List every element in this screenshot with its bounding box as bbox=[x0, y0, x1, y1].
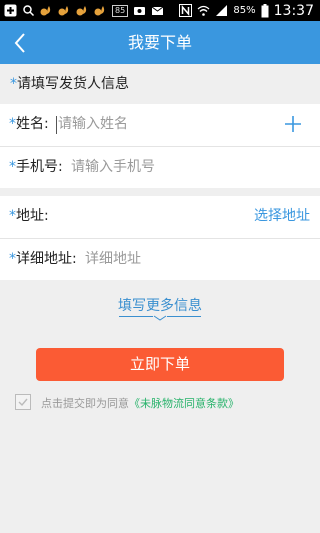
notification-icons: 85 bbox=[4, 3, 164, 18]
squirrel-icon bbox=[76, 6, 87, 16]
squirrel-icon bbox=[94, 6, 105, 16]
required-mark: * bbox=[10, 76, 17, 92]
name-input[interactable]: 请输入姓名 bbox=[58, 104, 128, 145]
more-info-link[interactable]: 填写更多信息 bbox=[0, 295, 320, 315]
clock: 13:37 bbox=[273, 2, 314, 19]
text-cursor bbox=[56, 116, 57, 134]
phone-label: *手机号: bbox=[9, 159, 63, 175]
status-bar: 85 85% 13:37 bbox=[0, 0, 320, 21]
system-icons: 85% 13:37 bbox=[179, 2, 314, 19]
camera-icon bbox=[134, 7, 146, 15]
mail-icon bbox=[151, 6, 164, 15]
detail-address-label: *详细地址: bbox=[9, 251, 77, 267]
search-icon bbox=[23, 5, 35, 17]
select-address-link[interactable]: 选择地址 bbox=[254, 196, 310, 237]
plus-box-icon bbox=[4, 4, 17, 17]
battery-icon bbox=[261, 3, 269, 17]
squirrel-icon bbox=[58, 6, 69, 16]
detail-address-input[interactable]: 详细地址 bbox=[85, 239, 141, 280]
signal-icon bbox=[216, 5, 228, 16]
submit-order-button[interactable]: 立即下单 bbox=[36, 348, 284, 381]
plus-icon[interactable] bbox=[282, 113, 304, 135]
name-row: *姓名: 请输入姓名 bbox=[0, 104, 320, 145]
nfc-icon bbox=[179, 4, 193, 17]
name-label: *姓名: bbox=[9, 116, 49, 132]
check-icon bbox=[18, 398, 28, 407]
agreement-text: 点击提交即为同意《未脉物流同意条款》 bbox=[41, 397, 239, 410]
phone-input[interactable]: 请输入手机号 bbox=[71, 147, 155, 188]
address-label: *地址: bbox=[9, 208, 49, 224]
nav-bar: 我要下单 bbox=[0, 21, 320, 64]
battery-percent: 85% bbox=[233, 5, 256, 16]
sender-contact-card: *姓名: 请输入姓名 *手机号: 请输入手机号 bbox=[0, 104, 320, 188]
chevron-down-icon bbox=[153, 313, 167, 321]
phone-row: *手机号: 请输入手机号 bbox=[0, 147, 320, 188]
address-card: *地址: 选择地址 *详细地址: 详细地址 bbox=[0, 196, 320, 280]
notification-badge: 85 bbox=[112, 4, 129, 17]
agreement-link[interactable]: 《未脉物流同意条款》 bbox=[129, 397, 239, 410]
squirrel-icon bbox=[40, 6, 51, 16]
page-title: 我要下单 bbox=[127, 33, 192, 52]
section-header: *请填写发货人信息 bbox=[0, 64, 320, 104]
address-row: *地址: 选择地址 bbox=[0, 196, 320, 237]
agree-checkbox[interactable] bbox=[15, 394, 31, 410]
detail-address-row: *详细地址: 详细地址 bbox=[0, 239, 320, 280]
section-title: 请填写发货人信息 bbox=[17, 76, 129, 92]
wifi-icon bbox=[197, 5, 210, 16]
